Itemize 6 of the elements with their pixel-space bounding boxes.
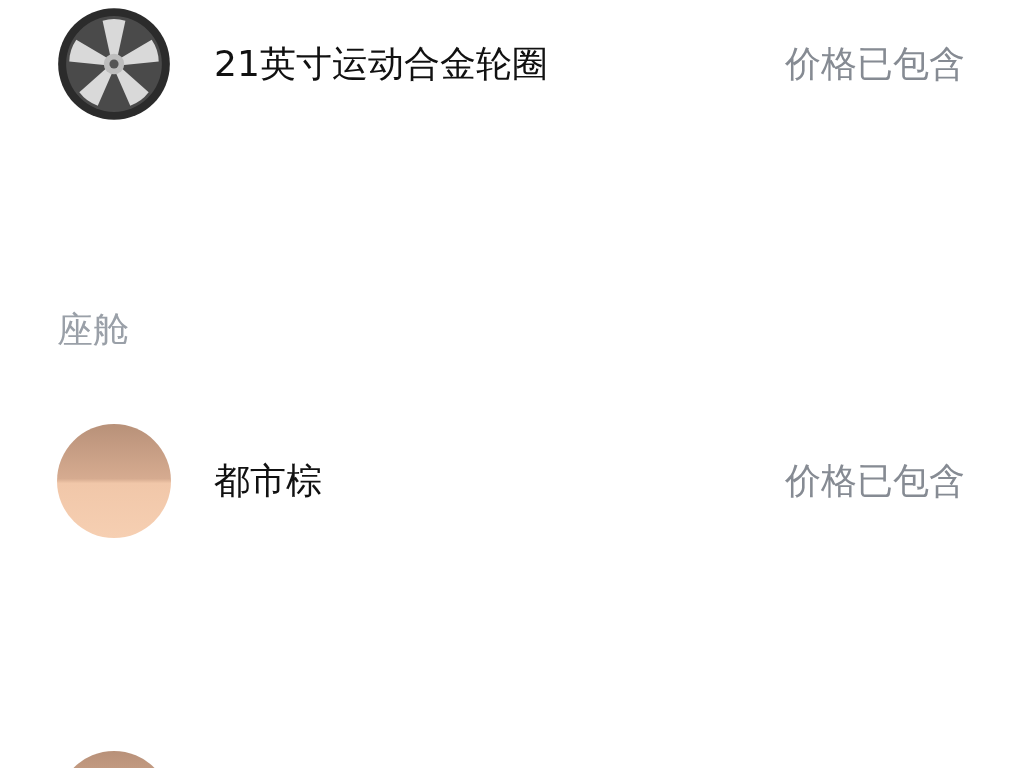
- option-name: 21英寸运动合金轮圈: [214, 41, 549, 86]
- price-status: 价格已包含: [785, 41, 965, 86]
- wheel-icon: [57, 7, 171, 121]
- price-status: 价格已包含: [785, 458, 965, 503]
- option-name: 都市棕: [214, 458, 323, 503]
- section-title: 座舱: [57, 309, 130, 351]
